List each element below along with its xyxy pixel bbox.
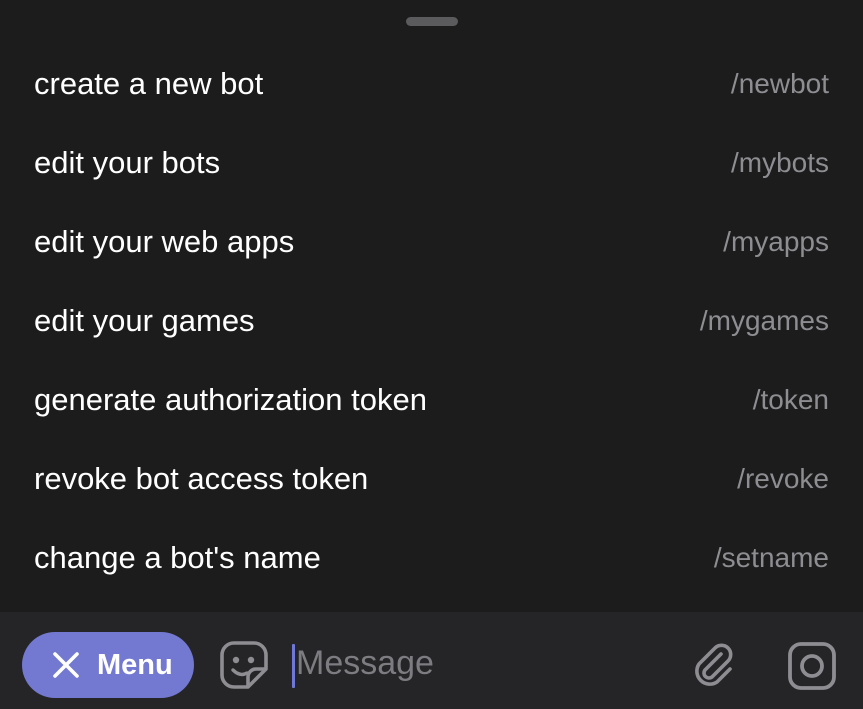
command-name: /token [752, 384, 829, 415]
message-composer: Menu [0, 612, 863, 709]
text-cursor [292, 644, 295, 688]
command-description: revoke bot access token [34, 461, 369, 496]
camera-icon[interactable] [786, 640, 838, 692]
command-item-myapps[interactable]: edit your web apps /myapps [0, 203, 863, 282]
command-name: /setname [713, 542, 829, 573]
command-name: /newbot [730, 68, 829, 99]
command-item-token[interactable]: generate authorization token /token [0, 361, 863, 440]
command-description: edit your games [34, 303, 255, 338]
command-name: /mybots [730, 147, 829, 178]
command-description: create a new bot [34, 66, 264, 101]
command-name: /revoke [737, 463, 829, 494]
paperclip-icon[interactable] [688, 640, 738, 690]
command-name: /myapps [723, 226, 829, 257]
bot-commands-sheet: create a new bot /newbot edit your bots … [0, 0, 863, 709]
close-icon [53, 652, 79, 678]
command-description: generate authorization token [34, 382, 427, 417]
menu-button[interactable]: Menu [22, 632, 194, 698]
command-list: create a new bot /newbot edit your bots … [0, 45, 863, 598]
command-description: edit your web apps [34, 224, 295, 259]
command-name: /mygames [699, 305, 829, 336]
command-item-setname[interactable]: change a bot's name /setname [0, 519, 863, 598]
sticker-icon[interactable] [218, 639, 270, 691]
drag-handle[interactable] [406, 17, 458, 26]
menu-button-label: Menu [97, 649, 173, 681]
command-item-mygames[interactable]: edit your games /mygames [0, 282, 863, 361]
command-description: change a bot's name [34, 540, 321, 575]
command-item-newbot[interactable]: create a new bot /newbot [0, 45, 863, 124]
command-item-revoke[interactable]: revoke bot access token /revoke [0, 440, 863, 519]
command-item-mybots[interactable]: edit your bots /mybots [0, 124, 863, 203]
message-input[interactable] [292, 632, 676, 694]
command-description: edit your bots [34, 145, 221, 180]
